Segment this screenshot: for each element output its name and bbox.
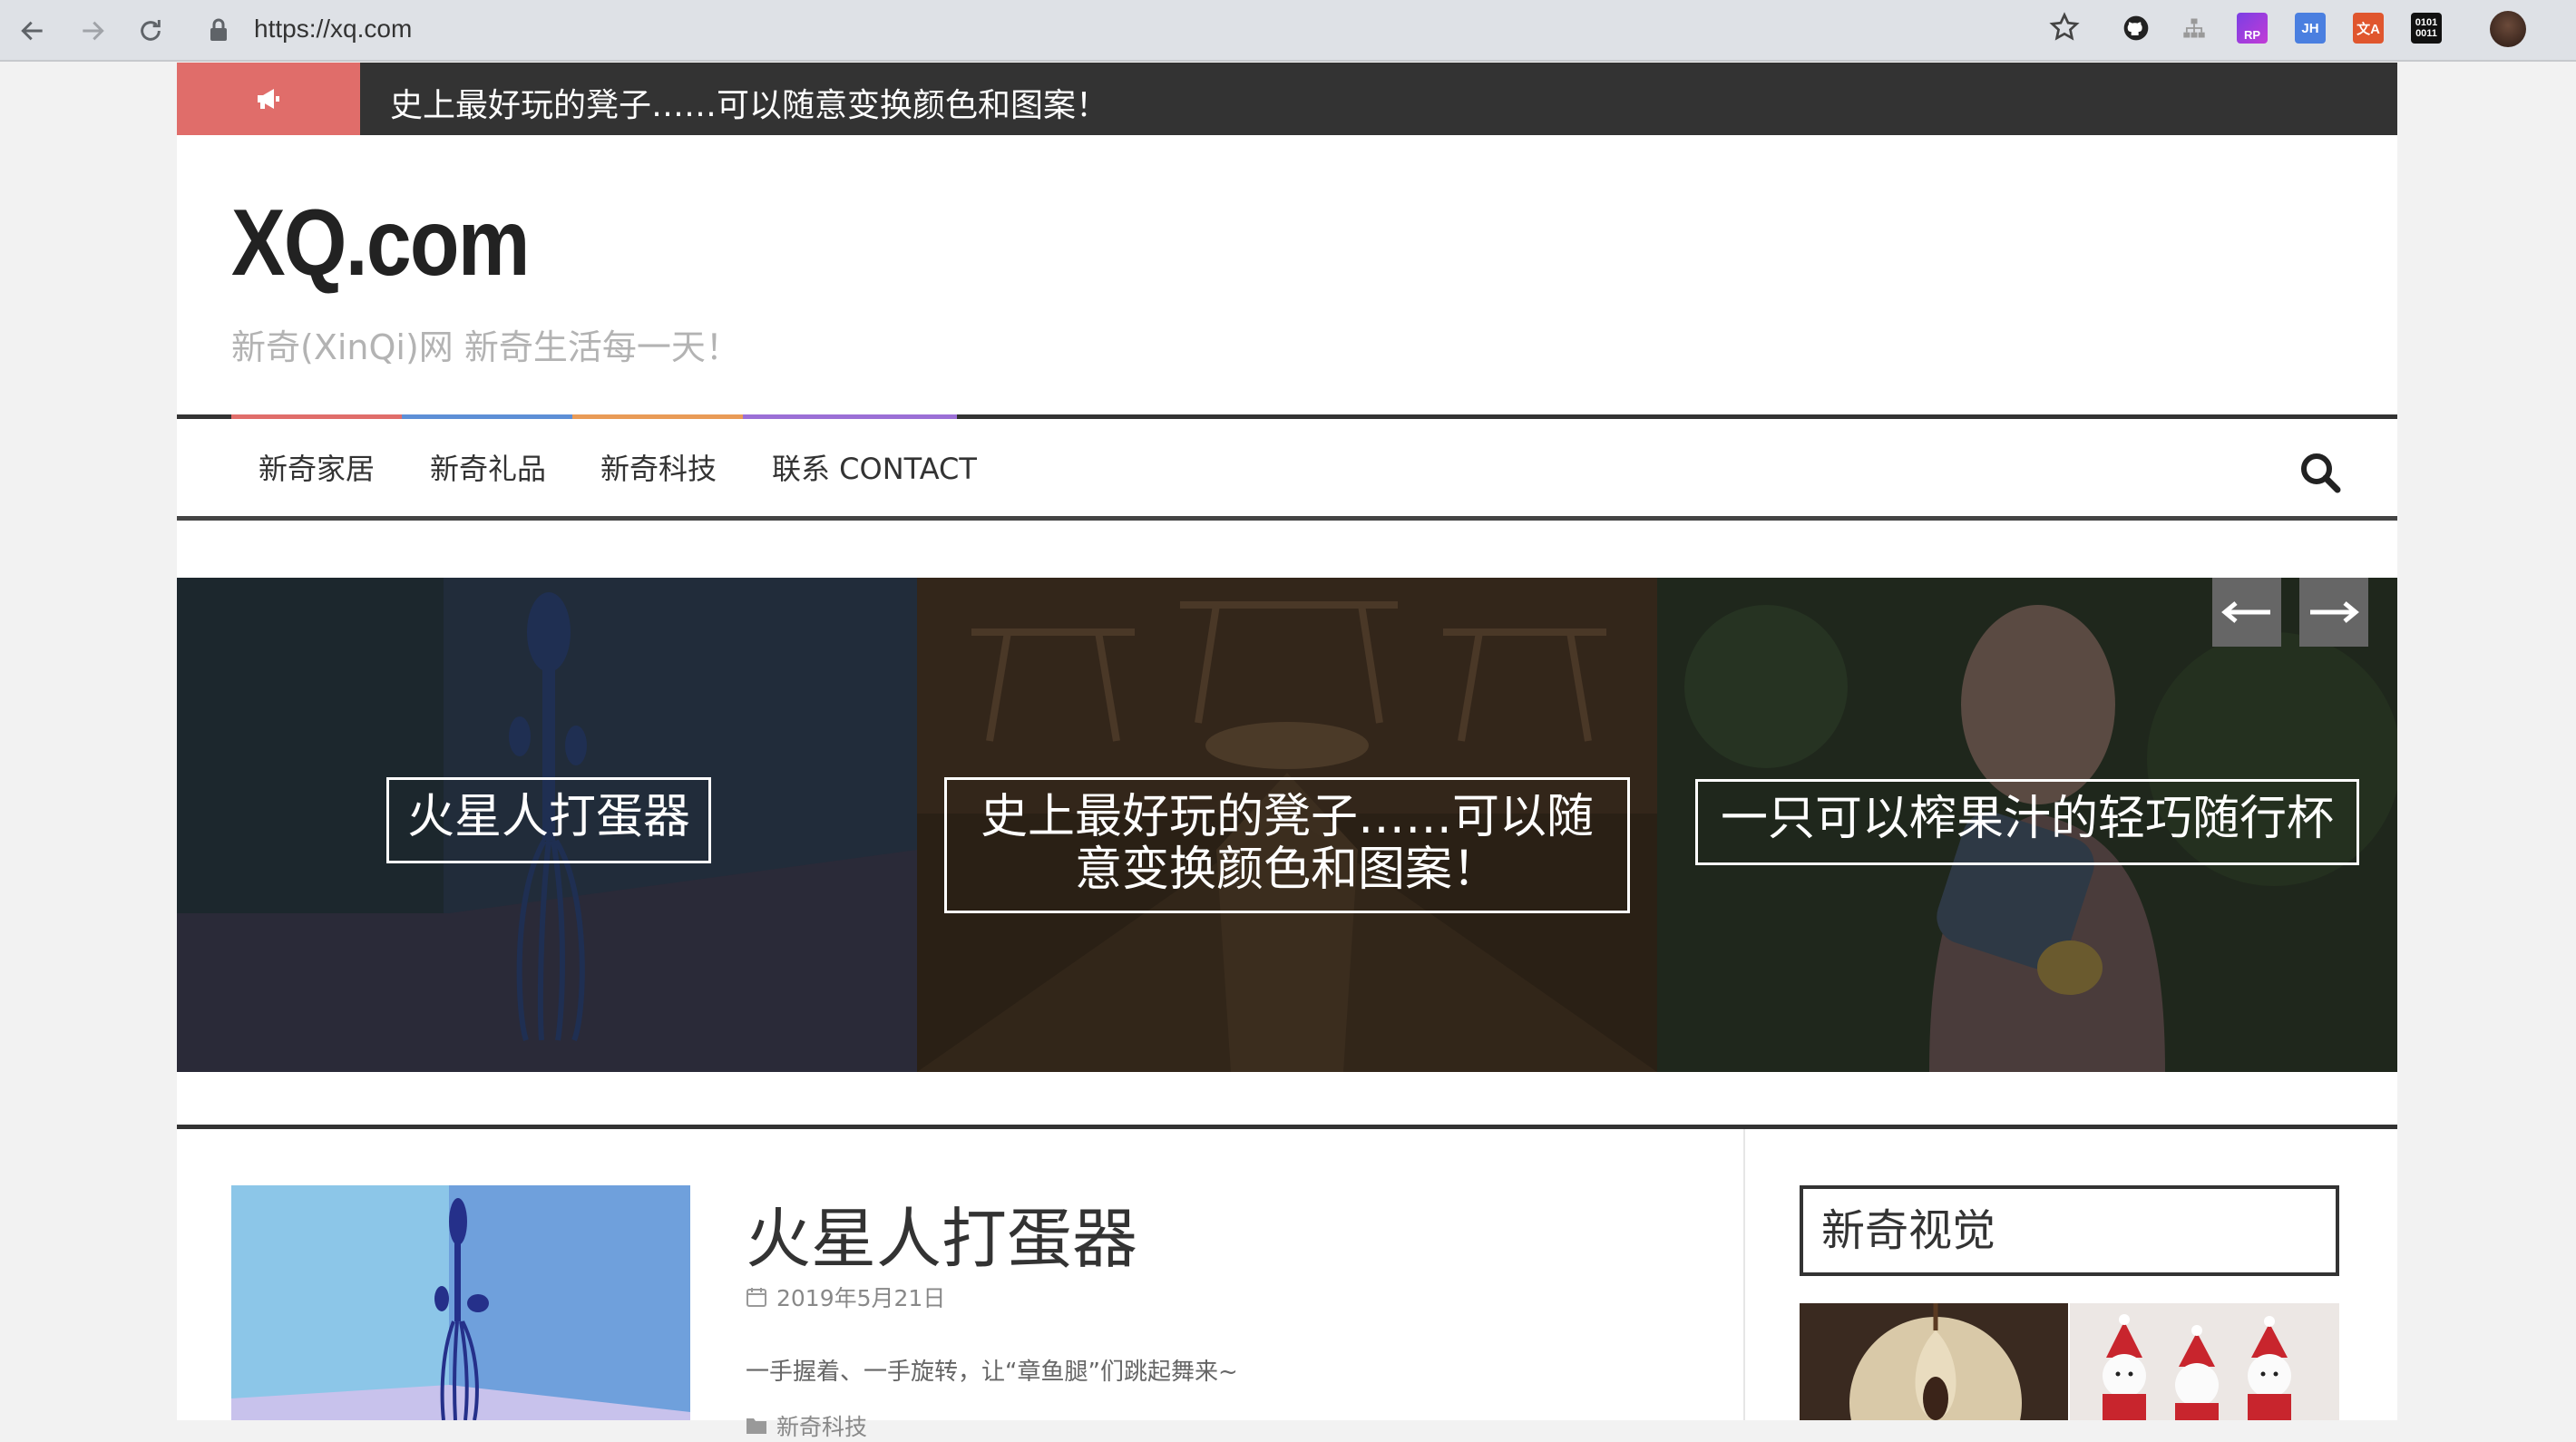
profile-avatar[interactable] — [2490, 11, 2526, 47]
sidebar-image-strawberry[interactable] — [2070, 1303, 2339, 1420]
nav-bottom-border — [177, 516, 2397, 521]
calendar-icon — [746, 1288, 766, 1307]
site-tagline: 新奇(XinQi)网 新奇生活每一天！ — [231, 327, 740, 367]
featured-slider: 火星人打蛋器 史上最好玩的凳子……可以随意变换颜色和图案！ 一只可以榨果汁的轻巧… — [177, 578, 2397, 1072]
slide-title[interactable]: 一只可以榨果汁的轻巧随行杯 — [1695, 779, 2359, 865]
arrow-right-icon — [83, 21, 104, 41]
search-icon[interactable] — [2298, 450, 2343, 495]
rp-icon-label: RP — [2243, 27, 2261, 42]
folder-icon — [746, 1418, 766, 1434]
github-icon[interactable] — [2121, 13, 2152, 44]
translate-icon-label: 文A — [2356, 21, 2380, 37]
arrow-left-icon — [2221, 601, 2270, 623]
site-logo[interactable]: XQ.com — [231, 190, 530, 297]
forward-button[interactable] — [74, 13, 111, 49]
post-date-text: 2019年5月21日 — [776, 1285, 946, 1311]
address-bar[interactable]: https://xq.com — [190, 5, 2141, 54]
slide-egg-beater[interactable]: 火星人打蛋器 — [177, 578, 917, 1072]
slider-next-button[interactable] — [2299, 578, 2368, 647]
sidebar-image-apple[interactable] — [1800, 1303, 2068, 1420]
arrow-left-icon — [21, 21, 43, 41]
reload-icon — [141, 20, 161, 41]
reload-button[interactable] — [132, 13, 169, 49]
sitemap-icon[interactable] — [2179, 13, 2210, 44]
post-category-link[interactable]: 新奇科技 — [776, 1409, 867, 1442]
rp-icon[interactable]: RP — [2237, 13, 2268, 44]
news-ticker: 史上最好玩的凳子……可以随意变换颜色和图案！ — [177, 63, 2397, 135]
content-top-border — [177, 1125, 2397, 1129]
slide-title[interactable]: 史上最好玩的凳子……可以随意变换颜色和图案！ — [944, 777, 1630, 913]
page: 史上最好玩的凳子……可以随意变换颜色和图案！ XQ.com 新奇(XinQi)网… — [177, 63, 2397, 1440]
bookmark-star-icon[interactable] — [2048, 11, 2081, 44]
post-excerpt: 一手握着、一手旋转，让“章鱼腿”们跳起舞来~ — [746, 1359, 1238, 1386]
back-button[interactable] — [15, 13, 51, 49]
apple-image — [1800, 1303, 2068, 1420]
translate-icon[interactable]: 文A — [2353, 13, 2384, 44]
slide-title[interactable]: 火星人打蛋器 — [386, 777, 711, 863]
slide-juice-cup[interactable]: 一只可以榨果汁的轻巧随行杯 — [1657, 578, 2397, 1072]
nav-item-home[interactable]: 新奇家居 — [259, 446, 375, 488]
post-category: 新奇科技 — [746, 1409, 867, 1442]
nav-item-contact[interactable]: 联系 CONTACT — [772, 446, 977, 488]
post-date: 2019年5月21日 — [746, 1281, 945, 1313]
browser-toolbar: https://xq.com RP JH 文A 0101 0011 — [0, 0, 2576, 62]
jh-icon[interactable]: JH — [2295, 13, 2326, 44]
post-thumbnail[interactable] — [231, 1185, 690, 1420]
nav-item-tech[interactable]: 新奇科技 — [600, 446, 717, 488]
sidebar-widget-title: 新奇视觉 — [1800, 1185, 2339, 1276]
url-text[interactable]: https://xq.com — [254, 15, 412, 44]
nav-item-gifts[interactable]: 新奇礼品 — [430, 446, 546, 488]
arrow-right-icon — [2310, 601, 2359, 623]
slide-stool[interactable]: 史上最好玩的凳子……可以随意变换颜色和图案！ — [917, 578, 1657, 1072]
strawberry-santa-image — [2070, 1303, 2339, 1420]
post-thumbnail-image — [231, 1185, 690, 1420]
sidebar-divider — [1743, 1129, 1745, 1420]
megaphone-icon — [177, 63, 360, 135]
lock-icon — [210, 18, 227, 41]
main-navigation: 新奇家居 新奇礼品 新奇科技 联系 CONTACT — [177, 419, 2397, 519]
slider-prev-button[interactable] — [2212, 578, 2281, 647]
ticker-link[interactable]: 史上最好玩的凳子……可以随意变换颜色和图案！ — [390, 79, 1108, 126]
binary-icon-label: 0101 0011 — [2415, 17, 2438, 39]
post-title[interactable]: 火星人打蛋器 — [746, 1185, 1137, 1281]
jh-icon-label: JH — [2301, 20, 2319, 36]
binary-icon[interactable]: 0101 0011 — [2411, 13, 2442, 44]
